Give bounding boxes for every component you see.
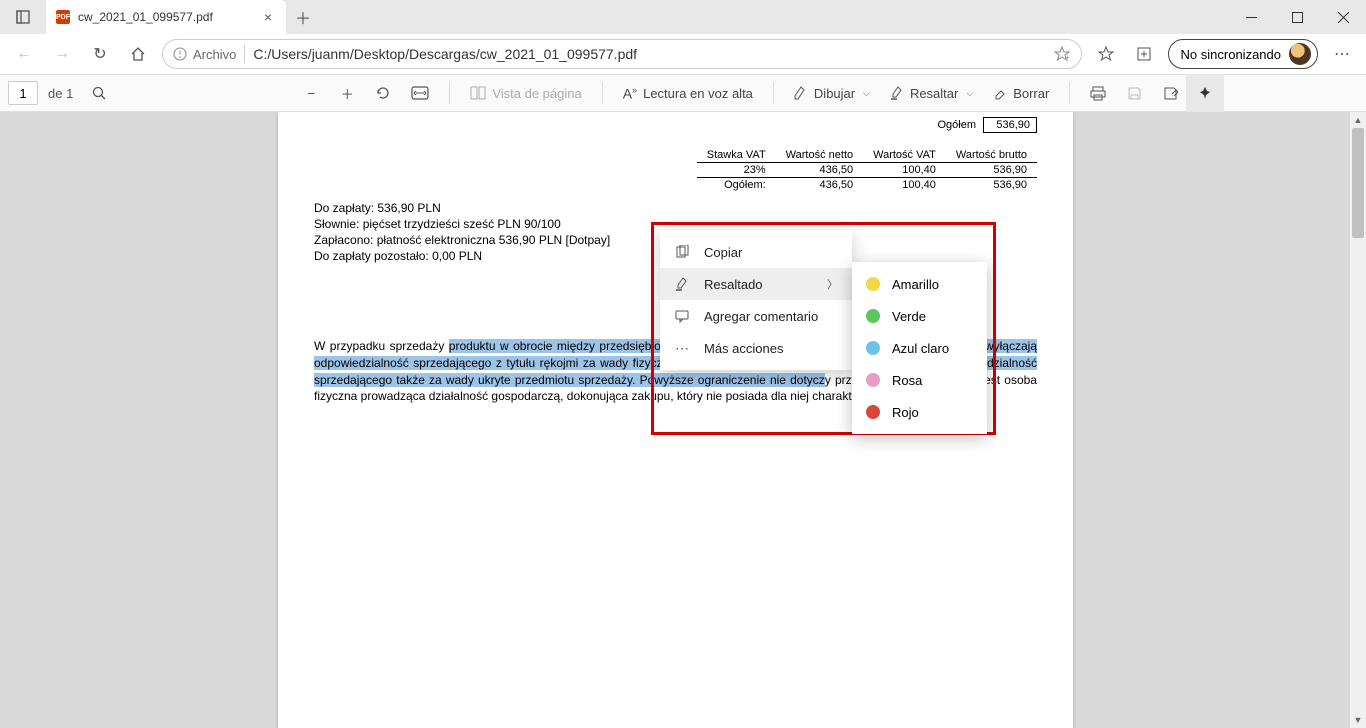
highlight-button[interactable]: Resaltar ⌵ — [882, 78, 981, 108]
ctx-comment[interactable]: Agregar comentario — [660, 300, 852, 332]
color-option-amarillo[interactable]: Amarillo — [852, 268, 987, 300]
rotate-button[interactable] — [367, 78, 399, 108]
color-label: Rojo — [892, 405, 919, 420]
home-button[interactable] — [120, 36, 156, 72]
window-close-button[interactable] — [1320, 0, 1366, 34]
save-as-button[interactable] — [1154, 78, 1186, 108]
fit-button[interactable] — [403, 78, 437, 108]
pin-toolbar-button[interactable] — [1186, 74, 1224, 112]
highlight-icon — [674, 277, 690, 291]
print-button[interactable] — [1082, 78, 1114, 108]
ctx-more[interactable]: ⋯ Más acciones — [660, 332, 852, 364]
svg-text:+: + — [1065, 53, 1070, 62]
sync-label: No sincronizando — [1181, 47, 1281, 62]
zoom-in-button[interactable]: ＋ — [331, 78, 363, 108]
window-maximize-button[interactable] — [1274, 0, 1320, 34]
tab-actions-icon[interactable] — [0, 0, 46, 34]
draw-button[interactable]: Dibujar ⌵ — [786, 78, 878, 108]
payment-line1: Do zapłaty: 536,90 PLN — [314, 200, 441, 216]
title-bar: PDF cw_2021_01_099577.pdf × ＋ — [0, 0, 1366, 34]
highlight-color-submenu: Amarillo Verde Azul claro Rosa Rojo — [852, 262, 987, 434]
find-button[interactable] — [83, 78, 115, 108]
color-label: Azul claro — [892, 341, 949, 356]
color-dot-icon — [866, 277, 880, 291]
window-minimize-button[interactable] — [1228, 0, 1274, 34]
scroll-up-icon[interactable]: ▲ — [1350, 112, 1366, 128]
erase-button[interactable]: Borrar — [985, 78, 1057, 108]
favorites-button[interactable] — [1088, 36, 1124, 72]
color-label: Amarillo — [892, 277, 939, 292]
menu-button[interactable]: ⋯ — [1324, 36, 1360, 72]
close-tab-icon[interactable]: × — [260, 9, 276, 25]
color-dot-icon — [866, 405, 880, 419]
back-button[interactable]: ← — [6, 36, 42, 72]
copy-icon — [674, 245, 690, 259]
page-number-input[interactable] — [8, 81, 38, 105]
comment-icon — [674, 309, 690, 323]
forward-button[interactable]: → — [44, 36, 80, 72]
tab-title: cw_2021_01_099577.pdf — [78, 10, 252, 24]
color-option-verde[interactable]: Verde — [852, 300, 987, 332]
ctx-copy[interactable]: Copiar — [660, 236, 852, 268]
context-menu: Copiar Resaltado 〉 Agregar comentario ⋯ … — [660, 230, 852, 370]
vat-table: Stawka VATWartość nettoWartość VATWartoś… — [697, 148, 1037, 192]
color-option-rosa[interactable]: Rosa — [852, 364, 987, 396]
more-icon: ⋯ — [674, 340, 690, 357]
scroll-thumb[interactable] — [1352, 128, 1364, 238]
file-origin-label: Archivo — [173, 47, 236, 62]
collections-button[interactable] — [1126, 36, 1162, 72]
pdf-toolbar: de 1 − ＋ Vista de página A» Lectura en v… — [0, 74, 1366, 112]
chevron-right-icon: 〉 — [827, 276, 838, 292]
navigation-bar: ← → ↻ Archivo C:/Users/juanm/Desktop/Des… — [0, 34, 1366, 74]
color-dot-icon — [866, 309, 880, 323]
pdf-icon: PDF — [56, 10, 70, 24]
color-option-azul-claro[interactable]: Azul claro — [852, 332, 987, 364]
ctx-highlight[interactable]: Resaltado 〉 — [660, 268, 852, 300]
save-button[interactable] — [1118, 78, 1150, 108]
favorite-icon[interactable]: + — [1053, 45, 1071, 63]
page-count-label: de 1 — [48, 86, 73, 101]
browser-tab[interactable]: PDF cw_2021_01_099577.pdf × — [46, 0, 286, 34]
profile-sync-button[interactable]: No sincronizando — [1168, 39, 1318, 69]
scroll-down-icon[interactable]: ▼ — [1350, 712, 1366, 728]
zoom-out-button[interactable]: − — [295, 78, 327, 108]
color-option-rojo[interactable]: Rojo — [852, 396, 987, 428]
page-view-button[interactable]: Vista de página — [462, 78, 589, 108]
new-tab-button[interactable]: ＋ — [286, 0, 320, 34]
pdf-viewport[interactable]: Ogółem 536,90 Stawka VATWartość nettoWar… — [0, 112, 1366, 728]
color-label: Rosa — [892, 373, 922, 388]
color-label: Verde — [892, 309, 926, 324]
summary-row: Ogółem 536,90 — [930, 117, 1037, 133]
read-aloud-button[interactable]: A» Lectura en voz alta — [615, 78, 761, 108]
payment-line3: Zapłacono: płatność elektroniczna 536,90… — [314, 232, 610, 248]
address-bar[interactable]: Archivo C:/Users/juanm/Desktop/Descargas… — [162, 39, 1082, 69]
payment-line2: Słownie: pięćset trzydzieści sześć PLN 9… — [314, 216, 561, 232]
color-dot-icon — [866, 373, 880, 387]
avatar-icon — [1289, 43, 1311, 65]
address-text: C:/Users/juanm/Desktop/Descargas/cw_2021… — [253, 46, 1044, 62]
refresh-button[interactable]: ↻ — [82, 36, 118, 72]
color-dot-icon — [866, 341, 880, 355]
vertical-scrollbar[interactable]: ▲ ▼ — [1350, 112, 1366, 728]
payment-line4: Do zapłaty pozostało: 0,00 PLN — [314, 248, 482, 264]
